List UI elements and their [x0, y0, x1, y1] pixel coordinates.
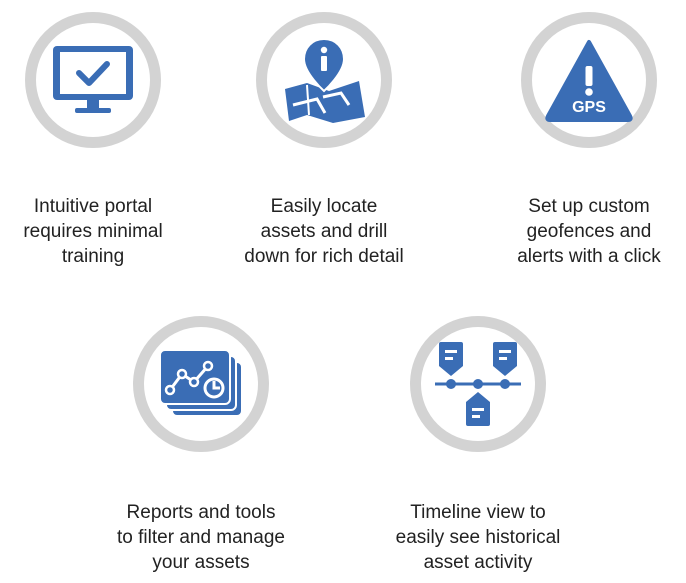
feature-caption: Set up custom geofences and alerts with … — [517, 196, 661, 267]
icon-ring — [256, 12, 392, 148]
feature-reports-tools: Reports and tools to filter and manage y… — [96, 316, 306, 575]
feature-caption: Reports and tools to filter and manage y… — [117, 502, 285, 573]
feature-caption: Intuitive portal requires minimal traini… — [23, 196, 163, 267]
feature-caption: Easily locate assets and drill down for … — [244, 196, 404, 267]
timeline-icon — [433, 338, 523, 430]
feature-locate-assets: Easily locate assets and drill down for … — [219, 12, 429, 269]
icon-ring — [410, 316, 546, 452]
icon-ring — [133, 316, 269, 452]
feature-intuitive-portal: Intuitive portal requires minimal traini… — [0, 12, 198, 269]
gps-warning-triangle-icon: GPS — [544, 38, 634, 122]
feature-timeline-view: Timeline view to easily see historical a… — [373, 316, 583, 575]
icon-ring: GPS — [521, 12, 657, 148]
reports-chart-icon — [156, 348, 246, 420]
feature-geofences-alerts: GPS Set up custom geofences and alerts w… — [484, 12, 686, 269]
feature-caption: Timeline view to easily see historical a… — [395, 502, 561, 573]
monitor-checkmark-icon — [49, 40, 137, 120]
icon-ring — [25, 12, 161, 148]
map-location-pin-icon — [279, 35, 369, 125]
gps-badge: GPS — [572, 99, 606, 116]
